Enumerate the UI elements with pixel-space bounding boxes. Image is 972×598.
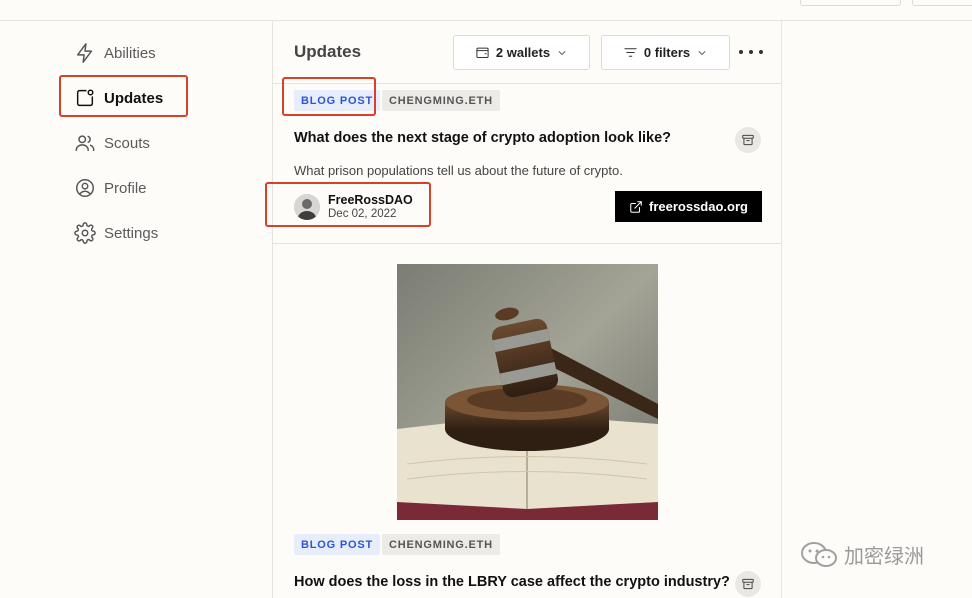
sidebar-item-settings[interactable]: Settings xyxy=(74,219,158,247)
watermark-text: 加密绿洲 xyxy=(844,544,924,568)
updates-feed: Updates 2 wallets 0 filters BLOG POST CH… xyxy=(272,21,782,598)
sidebar-item-label: Settings xyxy=(104,224,159,242)
notification-square-icon xyxy=(76,89,94,107)
dot xyxy=(759,50,763,54)
more-options-button[interactable] xyxy=(739,43,763,61)
archive-button[interactable] xyxy=(735,571,761,597)
top-right-button[interactable] xyxy=(800,0,901,6)
sidebar-item-profile[interactable]: Profile xyxy=(74,174,147,202)
user-circle-icon xyxy=(76,179,94,197)
post-title[interactable]: How does the loss in the LBRY case affec… xyxy=(294,574,730,590)
wechat-logo-icon xyxy=(801,541,837,567)
wechat-watermark: 加密绿洲 xyxy=(800,540,924,569)
post-source-tag[interactable]: CHENGMING.ETH xyxy=(382,90,500,111)
archive-button[interactable] xyxy=(735,127,761,153)
external-link-label: freerossdao.org xyxy=(649,199,748,214)
sidebar-item-label: Updates xyxy=(104,89,164,107)
post-title[interactable]: What does the next stage of crypto adopt… xyxy=(294,130,671,146)
author-name: FreeRossDAO xyxy=(328,193,413,207)
wallets-label: 2 wallets xyxy=(495,45,551,60)
users-icon xyxy=(75,135,95,152)
sidebar-item-abilities[interactable]: Abilities xyxy=(74,39,156,67)
chevron-down-icon xyxy=(558,50,566,55)
sidebar: Abilities Updates Scouts Profile Setting… xyxy=(0,21,272,598)
post-divider xyxy=(273,243,782,244)
filters-dropdown[interactable]: 0 filters xyxy=(601,35,730,70)
page-title: Updates xyxy=(294,42,362,61)
wallet-icon xyxy=(476,47,489,58)
dot xyxy=(739,50,743,54)
post-date: Dec 02, 2022 xyxy=(328,208,397,220)
archive-icon xyxy=(742,578,754,590)
page: Abilities Updates Scouts Profile Setting… xyxy=(0,0,972,598)
sidebar-item-label: Abilities xyxy=(104,44,156,62)
gavel-book-image[interactable] xyxy=(397,264,658,520)
dot xyxy=(749,50,753,54)
feed-header: Updates 2 wallets 0 filters xyxy=(273,21,782,84)
sidebar-item-updates[interactable]: Updates xyxy=(74,84,163,112)
lightning-icon xyxy=(76,43,93,63)
chevron-down-icon xyxy=(698,50,706,55)
filter-lines-icon xyxy=(624,48,637,57)
gear-icon xyxy=(74,222,96,244)
sidebar-item-label: Scouts xyxy=(104,134,150,152)
top-right-button-2[interactable] xyxy=(912,0,972,6)
post-description: What prison populations tell us about th… xyxy=(294,163,623,178)
post-source-tag[interactable]: CHENGMING.ETH xyxy=(382,534,500,555)
avatar xyxy=(294,194,320,220)
post-type-tag: BLOG POST xyxy=(294,534,380,555)
post-type-tag: BLOG POST xyxy=(294,90,380,111)
post-author[interactable]: FreeRossDAO Dec 02, 2022 xyxy=(294,193,413,221)
sidebar-item-label: Profile xyxy=(104,179,147,197)
wallets-dropdown[interactable]: 2 wallets xyxy=(453,35,590,70)
archive-icon xyxy=(742,134,754,146)
filters-label: 0 filters xyxy=(643,45,691,60)
external-link-icon xyxy=(630,200,642,213)
sidebar-item-scouts[interactable]: Scouts xyxy=(74,129,150,157)
external-link-button[interactable]: freerossdao.org xyxy=(615,191,762,222)
